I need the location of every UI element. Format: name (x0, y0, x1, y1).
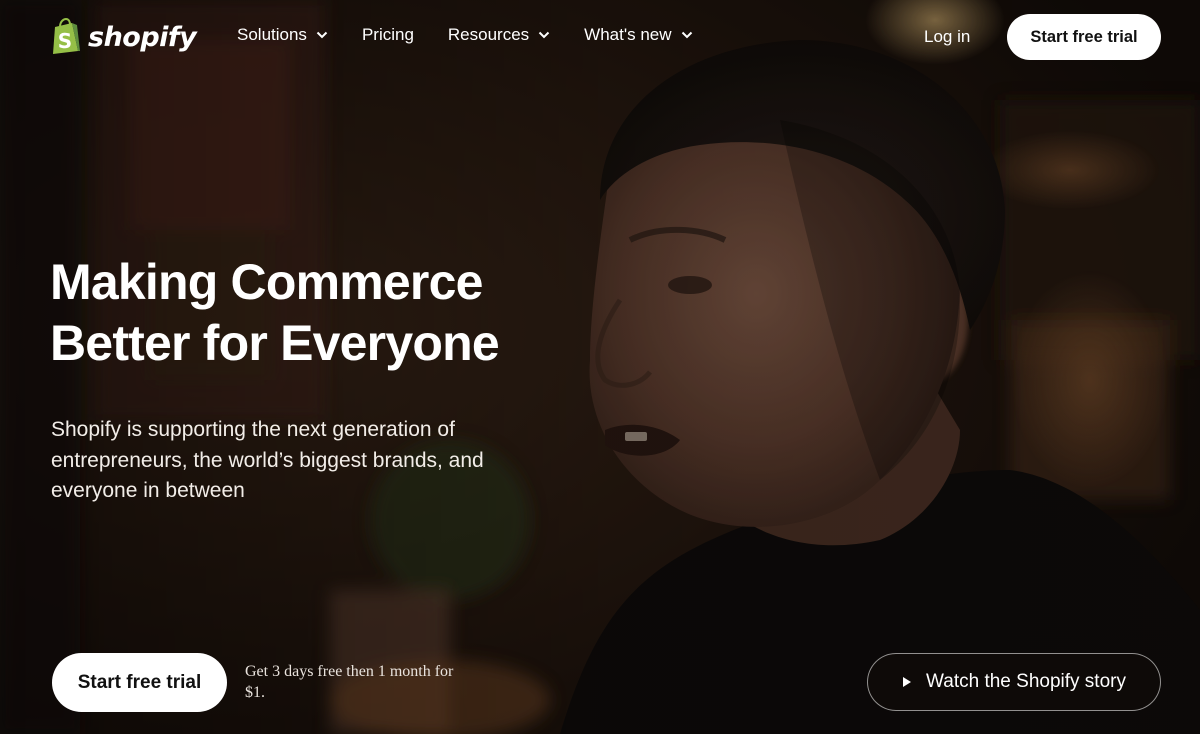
nav-label: Solutions (237, 25, 307, 44)
site-header: S shopify Solutions Pricing Resources Wh… (0, 0, 1200, 76)
nav-label: Pricing (361, 25, 414, 44)
logo-wordmark: shopify (88, 21, 197, 53)
chevron-down-icon (681, 31, 692, 39)
shopify-logo[interactable]: S shopify (50, 17, 197, 57)
hero-subtitle: Shopify is supporting the next generatio… (51, 418, 484, 502)
nav-label: What's new (584, 25, 672, 44)
hero-title-line2: Better for Everyone (50, 315, 500, 371)
nav-item-pricing[interactable]: Pricing (362, 25, 414, 45)
play-icon (903, 677, 912, 687)
trial-offer-text: Get 3 days free then 1 month for $1. (245, 663, 454, 701)
nav-item-whats-new[interactable]: What's new (584, 25, 692, 45)
login-link[interactable]: Log in (924, 27, 970, 47)
nav-item-resources[interactable]: Resources (448, 25, 550, 45)
watch-story-label: Watch the Shopify story (926, 671, 1126, 692)
chevron-down-icon (538, 31, 550, 39)
chevron-down-icon (316, 31, 328, 39)
main-nav: Solutions Pricing Resources What's new (237, 25, 727, 45)
nav-label: Resources (447, 25, 530, 44)
shopping-bag-icon: S (53, 18, 80, 54)
hero-title-line1: Making Commerce (50, 254, 483, 310)
nav-item-solutions[interactable]: Solutions (237, 25, 328, 45)
watch-story-button[interactable]: Watch the Shopify story (867, 653, 1161, 711)
header-start-free-trial-button[interactable]: Start free trial (1007, 14, 1161, 60)
hero-start-free-trial-button[interactable]: Start free trial (52, 653, 227, 712)
hero-title: Making Commerce Better for Everyone (50, 252, 570, 374)
svg-text:S: S (58, 29, 72, 53)
